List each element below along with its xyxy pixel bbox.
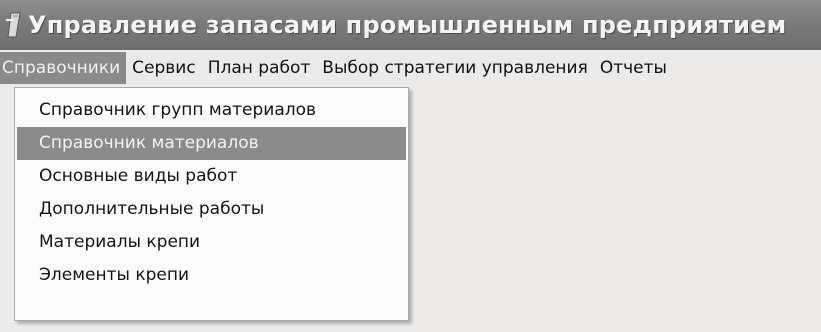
menu-item-support-elements[interactable]: Элементы крепи (17, 259, 406, 292)
menu-item-additional-work[interactable]: Дополнительные работы (17, 193, 406, 226)
app-icon[interactable] (2, 10, 24, 40)
menu-item-material-groups[interactable]: Справочник групп материалов (17, 94, 406, 127)
menu-plan-rabot[interactable]: План работ (202, 52, 317, 84)
menu-bar: Справочники Сервис План работ Выбор стра… (0, 50, 821, 86)
menu-servis[interactable]: Сервис (126, 52, 202, 84)
menu-item-main-work-types[interactable]: Основные виды работ (17, 160, 406, 193)
menu-otchety[interactable]: Отчеты (594, 52, 673, 84)
menu-vybor-strategii[interactable]: Выбор стратегии управления (316, 52, 594, 84)
menu-spravochniki[interactable]: Справочники (0, 52, 127, 84)
title-bar: Управление запасами промышленным предпри… (0, 0, 821, 50)
dropdown-menu-spravochniki: Справочник групп материалов Справочник м… (14, 87, 409, 321)
menu-item-materials[interactable]: Справочник материалов (17, 127, 406, 160)
window-title: Управление запасами промышленным предпри… (28, 11, 787, 39)
menu-item-support-materials[interactable]: Материалы крепи (17, 226, 406, 259)
